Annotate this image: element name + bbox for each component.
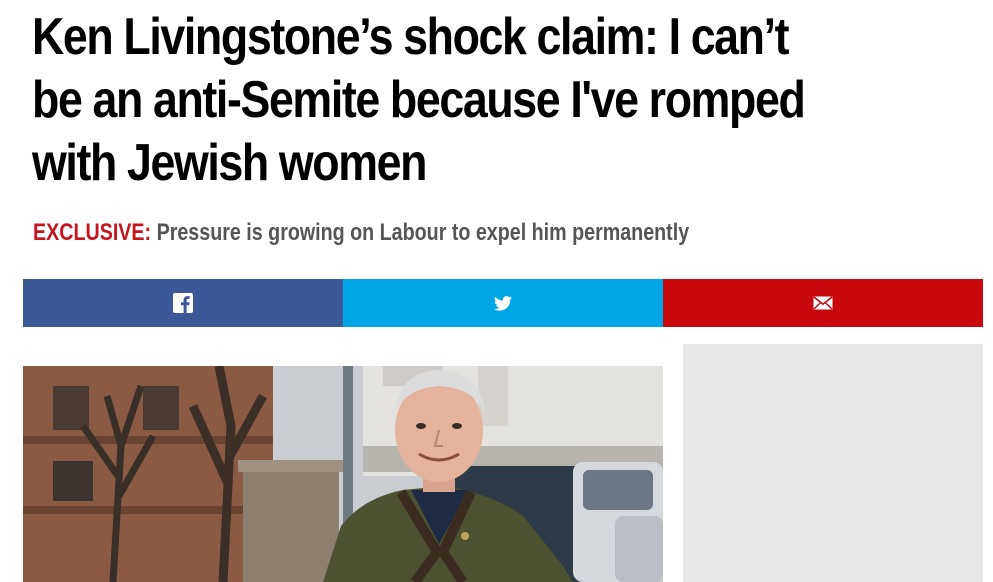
headline-line-3: with Jewish women	[32, 134, 427, 192]
headline-line-1: Ken Livingstone’s shock claim: I can’t	[32, 8, 790, 66]
share-email-button[interactable]	[663, 279, 983, 327]
ad-placeholder	[683, 344, 983, 582]
twitter-icon	[494, 295, 512, 311]
share-twitter-button[interactable]	[343, 279, 663, 327]
share-facebook-button[interactable]	[23, 279, 343, 327]
share-bar	[23, 279, 983, 327]
facebook-icon	[173, 293, 193, 313]
standfirst-text: Pressure is growing on Labour to expel h…	[151, 219, 690, 246]
email-icon	[813, 296, 833, 310]
article-standfirst: EXCLUSIVE: Pressure is growing on Labour…	[33, 218, 689, 248]
article-headline: Ken Livingstone’s shock claim: I can’t b…	[32, 6, 849, 195]
article-photo	[23, 366, 663, 582]
photo-scene	[23, 366, 663, 582]
headline-line-2: be an anti-Semite because I've romped	[32, 71, 806, 129]
exclusive-tag: EXCLUSIVE:	[33, 219, 152, 246]
